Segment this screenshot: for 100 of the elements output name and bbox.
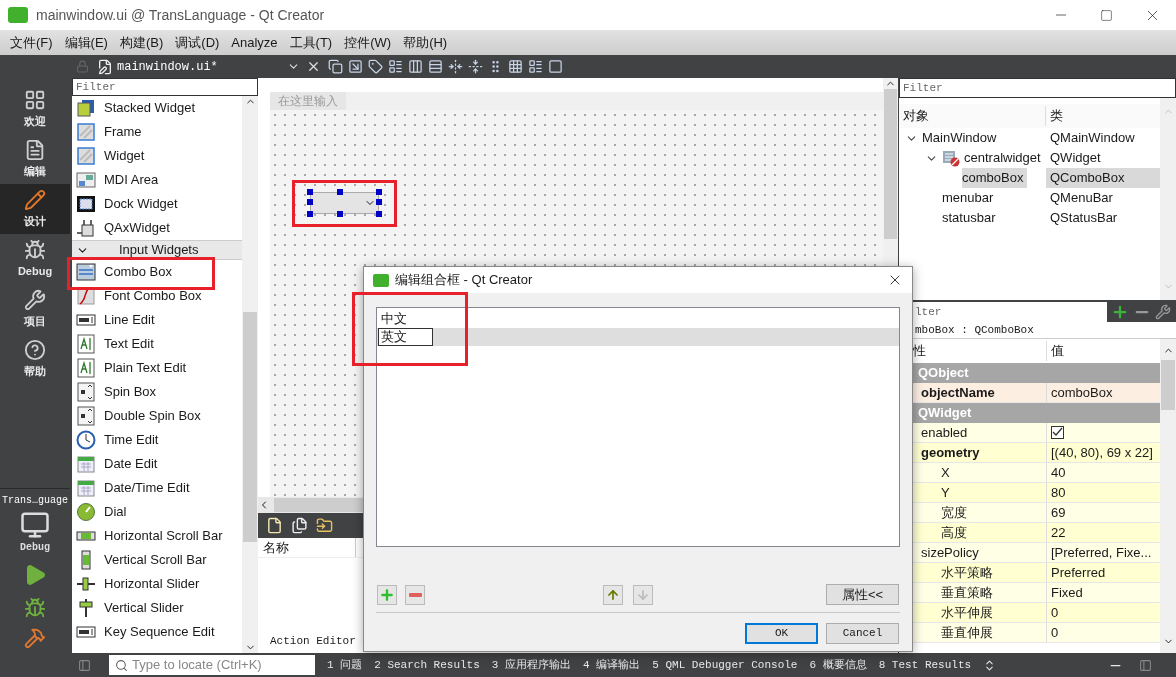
- property-row[interactable]: sizePolicy [Preferred, Fixe...: [913, 543, 1160, 563]
- close-document-icon[interactable]: [306, 59, 321, 74]
- menu-item[interactable]: 编辑(E): [58, 32, 114, 53]
- object-name[interactable]: menubar: [942, 188, 998, 208]
- checkbox[interactable]: [1051, 426, 1064, 439]
- widget-list-item[interactable]: Frame: [104, 122, 142, 142]
- maximize-icon[interactable]: [1100, 8, 1113, 22]
- output-pane-tab[interactable]: 2 Search Results: [374, 656, 480, 674]
- widget-list-item[interactable]: MDI Area: [104, 170, 159, 190]
- property-value[interactable]: comboBox: [1051, 382, 1113, 403]
- property-value[interactable]: Fixed: [1051, 582, 1083, 603]
- copy-files-icon[interactable]: [291, 517, 308, 534]
- property-row[interactable]: geometry [(40, 80), 69 x 22]: [913, 443, 1160, 463]
- property-row[interactable]: 水平伸展 0: [913, 603, 1160, 623]
- list-icon[interactable]: [527, 59, 543, 74]
- mode-tab[interactable]: 设计: [0, 184, 70, 234]
- fold-horizontal-icon[interactable]: [447, 59, 463, 74]
- panel-toggle-icon[interactable]: [1139, 658, 1152, 672]
- folder-icon[interactable]: [316, 517, 333, 534]
- property-value[interactable]: 40: [1051, 462, 1066, 483]
- property-value[interactable]: 69: [1051, 502, 1066, 523]
- property-row[interactable]: 水平策略 Preferred: [913, 563, 1160, 583]
- ok-button[interactable]: OK: [745, 623, 818, 644]
- widget-list-item[interactable]: Plain Text Edit: [104, 358, 187, 378]
- menu-item[interactable]: Analyze: [225, 32, 284, 53]
- output-pane-tab[interactable]: 8 Test Results: [878, 656, 972, 674]
- mode-tab[interactable]: 编辑: [0, 134, 70, 184]
- widget-list-item[interactable]: Widget: [104, 146, 145, 166]
- copy-icon[interactable]: [327, 59, 343, 74]
- widget-list-item[interactable]: Horizontal Slider: [104, 574, 200, 594]
- output-pane-tab[interactable]: 6 概要信息: [809, 656, 867, 674]
- property-value[interactable]: [(40, 80), 69 x 22]: [1051, 442, 1153, 463]
- scrollbar-thumb[interactable]: [243, 312, 257, 542]
- property-value[interactable]: 22: [1051, 522, 1066, 543]
- property-row[interactable]: X 40: [913, 463, 1160, 483]
- menu-item[interactable]: 文件(F): [4, 32, 59, 53]
- property-row[interactable]: objectName comboBox: [913, 383, 1160, 403]
- mode-tab[interactable]: 欢迎: [0, 84, 70, 134]
- menu-item[interactable]: 工具(T): [283, 32, 339, 53]
- widget-list-item[interactable]: Date/Time Edit: [104, 478, 190, 498]
- widget-list-item[interactable]: Dial: [104, 502, 127, 522]
- filter-field[interactable]: Filter: [899, 78, 1176, 98]
- tag-icon[interactable]: [367, 59, 383, 74]
- property-row[interactable]: 宽度 69: [913, 503, 1160, 523]
- add-item-button[interactable]: [377, 584, 397, 605]
- property-value[interactable]: 80: [1051, 482, 1066, 503]
- object-name[interactable]: centralwidget: [964, 148, 1045, 168]
- property-row[interactable]: enabled: [913, 423, 1160, 443]
- property-value[interactable]: [Preferred, Fixe...: [1051, 542, 1152, 563]
- move-up-button[interactable]: [603, 584, 623, 605]
- widget-list-item[interactable]: QAxWidget: [104, 218, 170, 238]
- property-row[interactable]: Y 80: [913, 483, 1160, 503]
- widget-list-item[interactable]: Combo Box: [104, 262, 172, 282]
- property-row[interactable]: 高度 22: [913, 523, 1160, 543]
- columns-icon[interactable]: [407, 59, 423, 74]
- scrollbar-thumb[interactable]: [1161, 360, 1175, 410]
- widget-list-item[interactable]: Stacked Widget: [104, 98, 196, 118]
- object-name[interactable]: comboBox: [962, 168, 1028, 188]
- mode-tab[interactable]: 项目: [0, 284, 70, 334]
- fold-vertical-icon[interactable]: [467, 59, 483, 74]
- category-header[interactable]: Input Widgets: [72, 240, 242, 260]
- object-name[interactable]: MainWindow: [922, 128, 1001, 148]
- scrollbar-thumb[interactable]: [884, 89, 897, 239]
- property-value[interactable]: Preferred: [1051, 562, 1106, 583]
- scrollbar[interactable]: [242, 96, 258, 653]
- properties-button[interactable]: 属性<<: [826, 584, 899, 605]
- output-pane-tab[interactable]: 4 编译输出: [583, 656, 641, 674]
- new-file-icon[interactable]: [266, 517, 283, 534]
- remove-item-button[interactable]: [405, 584, 425, 605]
- sidebar-toggle-icon[interactable]: [78, 658, 91, 672]
- cancel-button[interactable]: Cancel: [826, 623, 899, 644]
- widget-list-item[interactable]: Dock Widget: [104, 194, 178, 214]
- widget-list-item[interactable]: Key Sequence Edit: [104, 622, 215, 642]
- grid-icon[interactable]: [507, 59, 523, 74]
- property-value[interactable]: 0: [1051, 602, 1059, 623]
- object-name[interactable]: statusbar: [942, 208, 1000, 228]
- output-pane-tab[interactable]: 1 问题: [327, 656, 363, 674]
- resize-icon[interactable]: [547, 59, 563, 74]
- list-item[interactable]: 中文: [381, 309, 407, 329]
- widget-list-item[interactable]: Line Edit: [104, 310, 155, 330]
- rows-icon[interactable]: [427, 59, 443, 74]
- scrollbar[interactable]: [1160, 339, 1176, 653]
- widget-list-item[interactable]: Date Edit: [104, 454, 158, 474]
- widget-list-item[interactable]: Vertical Slider: [104, 598, 184, 618]
- property-row[interactable]: 垂直策略 Fixed: [913, 583, 1160, 603]
- mode-tab[interactable]: Debug: [0, 234, 70, 284]
- mode-tab[interactable]: 帮助: [0, 334, 70, 384]
- property-row[interactable]: 垂直伸展 0: [913, 623, 1160, 643]
- locate-field[interactable]: Type to locate (Ctrl+K): [109, 655, 315, 675]
- add-icon[interactable]: [1111, 303, 1129, 321]
- widget-list-item[interactable]: Horizontal Scroll Bar: [104, 526, 223, 546]
- widget-list-item[interactable]: Vertical Scroll Bar: [104, 550, 207, 570]
- menu-item[interactable]: 调试(D): [169, 32, 226, 53]
- widget-list-item[interactable]: Time Edit: [104, 430, 159, 450]
- debug-run-icon[interactable]: [24, 597, 46, 619]
- menu-item[interactable]: 帮助(H): [397, 32, 454, 53]
- widget-list-item[interactable]: Font Combo Box: [104, 286, 202, 306]
- menu-item[interactable]: 控件(W): [338, 32, 398, 53]
- hammer-icon[interactable]: [24, 627, 46, 649]
- monitor-icon[interactable]: [20, 510, 50, 540]
